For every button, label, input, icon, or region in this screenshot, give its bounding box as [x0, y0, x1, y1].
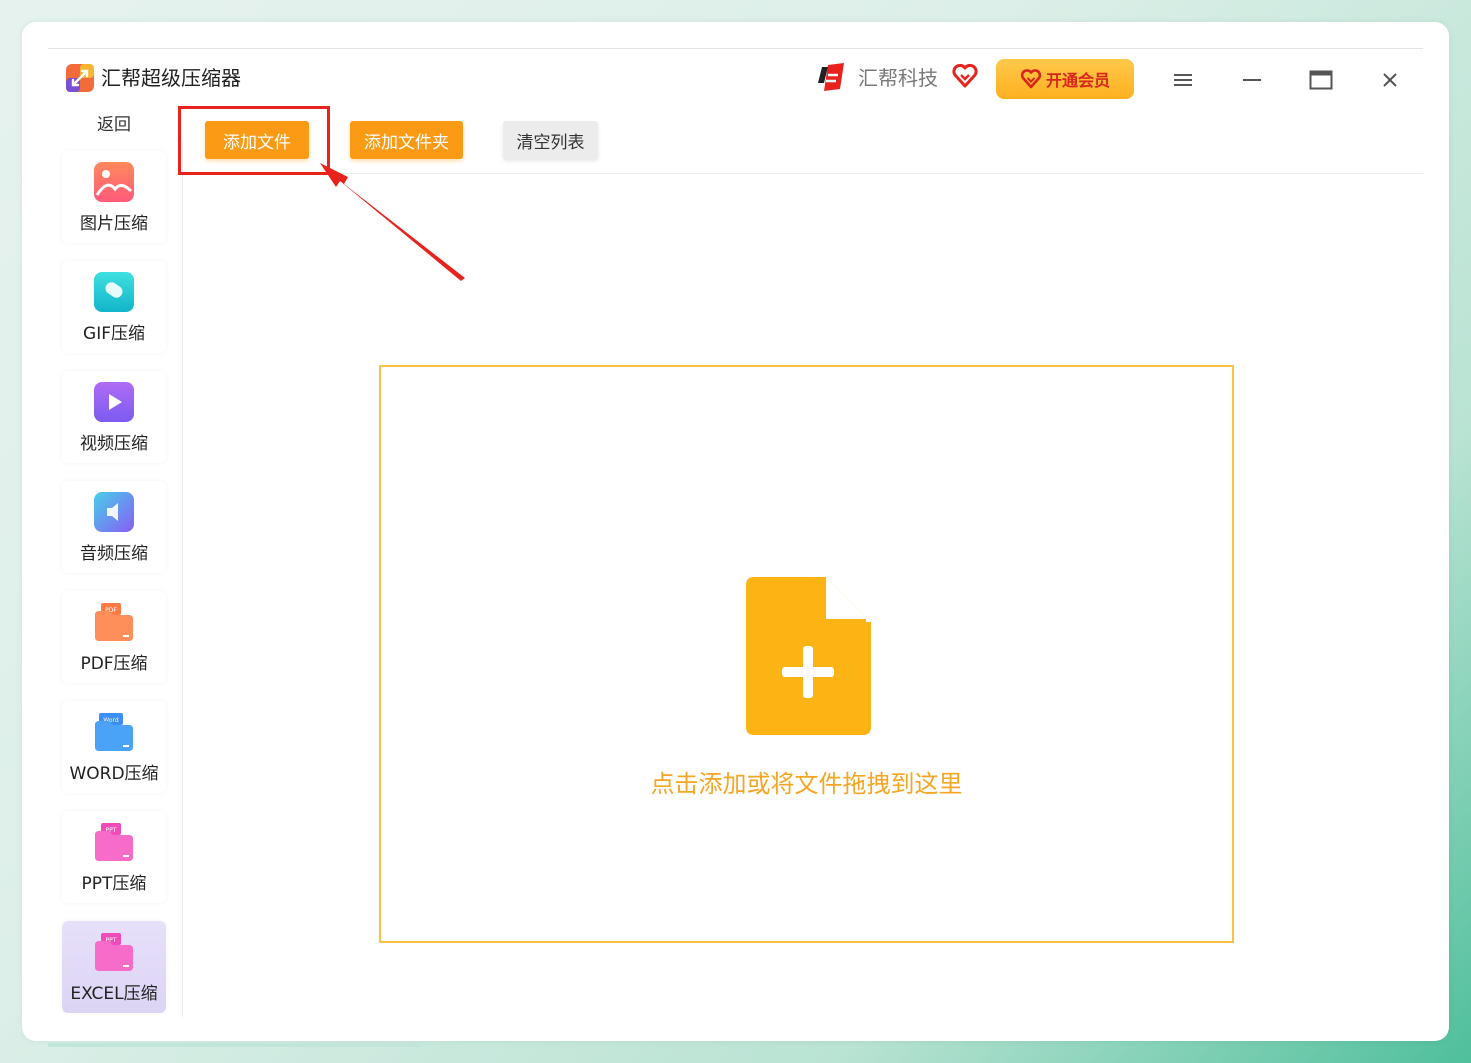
- maximize-button[interactable]: [1306, 65, 1336, 95]
- add-file-icon: [746, 577, 871, 735]
- toolbar-divider: [183, 173, 1423, 174]
- audio-icon: [94, 491, 134, 532]
- word-icon: Word: [95, 712, 133, 751]
- sidebar-item-label: PPT压缩: [81, 873, 147, 894]
- close-button[interactable]: [1375, 65, 1405, 95]
- add-folder-button[interactable]: 添加文件夹: [350, 121, 463, 159]
- brand-name: 汇帮科技: [858, 66, 938, 90]
- sidebar-item-label: WORD压缩: [69, 763, 159, 784]
- sidebar-item-label: 视频压缩: [80, 433, 148, 454]
- heart-icon: [952, 63, 978, 88]
- minimize-icon: [1243, 79, 1261, 81]
- sidebar-item-gif[interactable]: GIF压缩: [62, 261, 166, 353]
- pdf-icon: PDF: [95, 602, 133, 641]
- sidebar-item-label: PDF压缩: [80, 653, 148, 674]
- scrollbar-hint: [48, 1043, 420, 1047]
- minimize-button[interactable]: [1237, 65, 1267, 95]
- sidebar-item-audio[interactable]: 音频压缩: [62, 481, 166, 573]
- sidebar-item-pdf[interactable]: PDF PDF压缩: [62, 591, 166, 683]
- ppt-icon: PPT: [95, 822, 133, 861]
- sidebar-item-label: GIF压缩: [83, 323, 145, 344]
- maximize-icon: [1309, 70, 1333, 90]
- drop-zone-hint: 点击添加或将文件拖拽到这里: [650, 770, 963, 798]
- back-button[interactable]: 返回: [82, 113, 146, 137]
- clear-list-button[interactable]: 清空列表: [503, 121, 598, 159]
- excel-icon: PPT: [95, 932, 133, 971]
- annotation-highlight-box: [178, 106, 330, 175]
- sidebar-item-image[interactable]: 图片压缩: [62, 151, 166, 243]
- image-icon: [94, 161, 134, 202]
- vip-heart-icon: [1020, 69, 1042, 89]
- app-window: 汇帮超级压缩器 汇帮科技 开通会员 返回 图片压缩 GIF压缩 视频压缩 音频压…: [48, 48, 1423, 1017]
- sidebar-item-excel[interactable]: PPT EXCEL压缩: [62, 921, 166, 1013]
- drop-zone[interactable]: 点击添加或将文件拖拽到这里: [379, 365, 1234, 943]
- sidebar-item-label: EXCEL压缩: [70, 983, 158, 1004]
- sidebar: 图片压缩 GIF压缩 视频压缩 音频压缩 PDF PDF压缩 Word WORD…: [48, 141, 183, 1017]
- sidebar-item-ppt[interactable]: PPT PPT压缩: [62, 811, 166, 903]
- vip-label: 开通会员: [1045, 71, 1110, 90]
- app-title: 汇帮超级压缩器: [101, 66, 241, 90]
- menu-button[interactable]: [1168, 65, 1198, 95]
- gif-icon: [94, 271, 134, 312]
- sidebar-item-label: 图片压缩: [80, 213, 148, 234]
- sidebar-item-label: 音频压缩: [80, 543, 148, 564]
- app-logo-icon: [66, 64, 94, 92]
- vip-membership-button[interactable]: 开通会员: [996, 59, 1134, 99]
- sidebar-item-word[interactable]: Word WORD压缩: [62, 701, 166, 793]
- brand-logo-icon: [818, 63, 844, 91]
- hamburger-icon: [1174, 74, 1192, 86]
- sidebar-item-video[interactable]: 视频压缩: [62, 371, 166, 463]
- close-icon: [1383, 73, 1397, 87]
- video-icon: [94, 381, 134, 422]
